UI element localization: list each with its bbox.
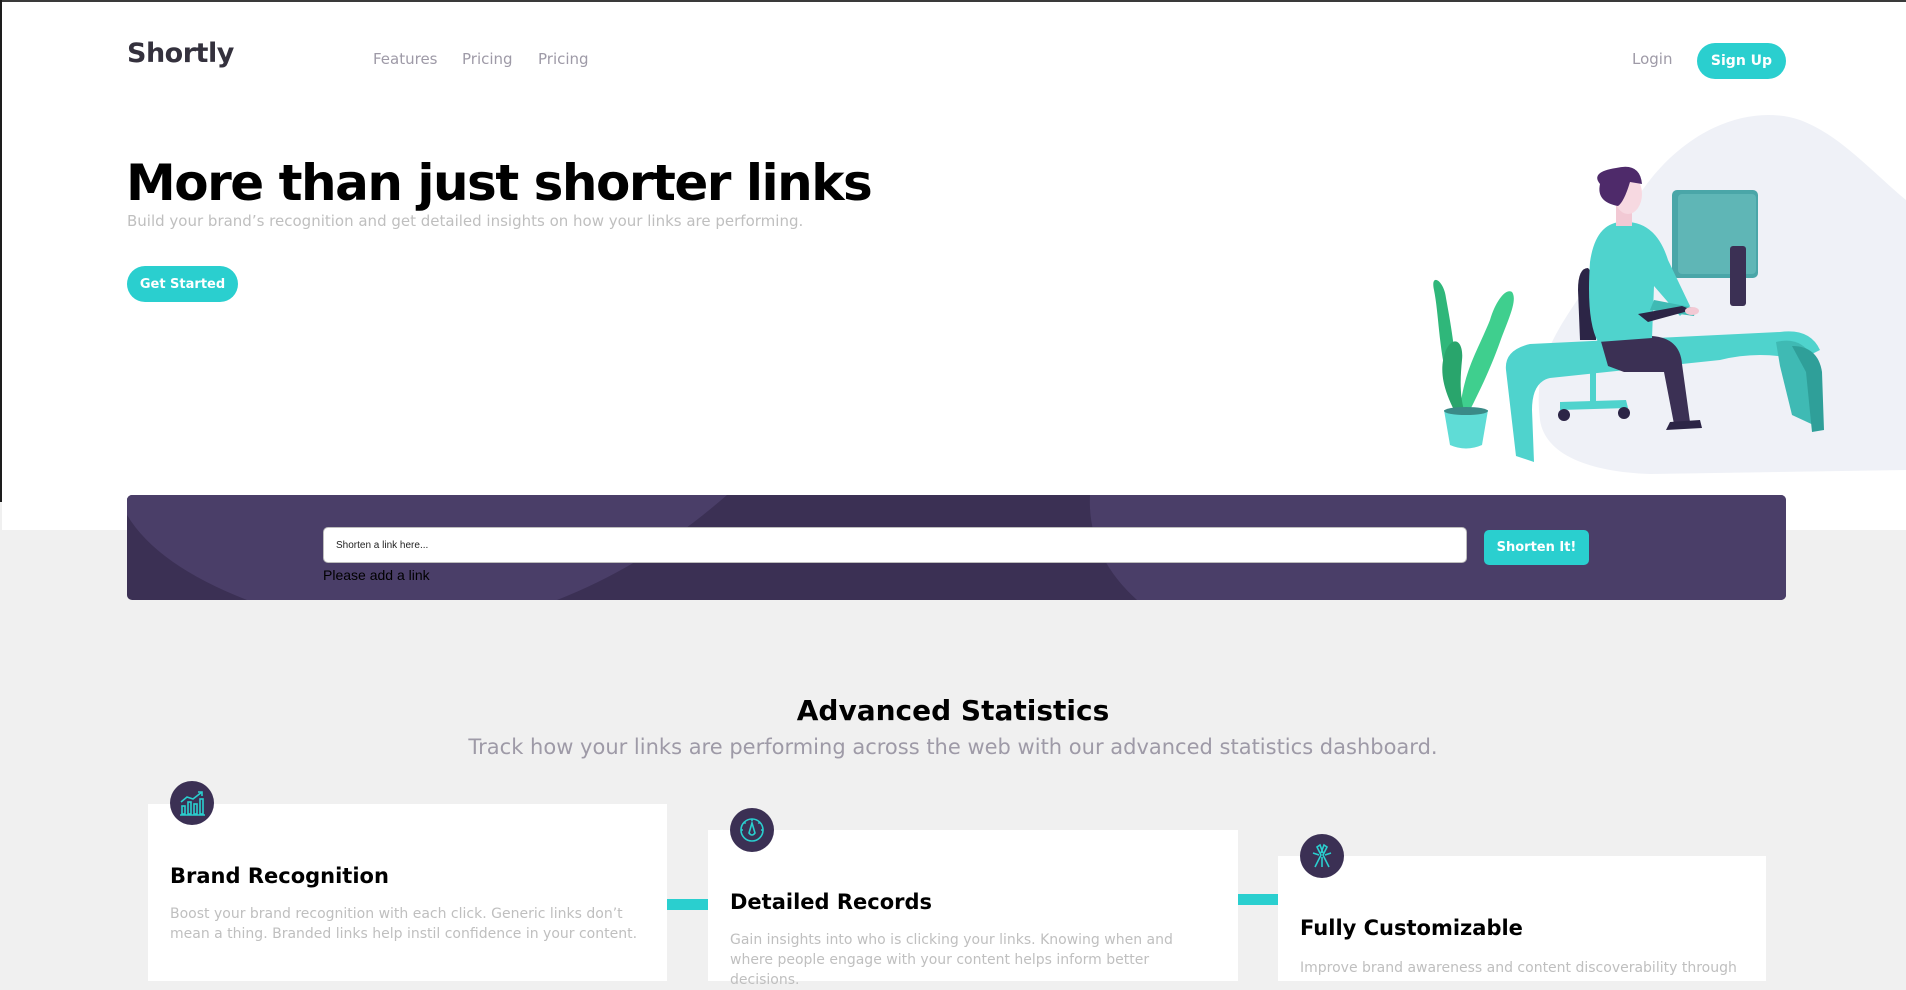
plant-pot: [1433, 279, 1514, 449]
stat-card-detailed-records: Detailed Records Gain insights into who …: [708, 830, 1238, 988]
stat-card-brand-recognition: Brand Recognition Boost your brand recog…: [148, 804, 667, 981]
window-left-border: [0, 0, 2, 502]
detailed-records-icon: [730, 808, 774, 852]
card-title: Detailed Records: [730, 890, 933, 914]
login-link[interactable]: Login: [1632, 50, 1672, 68]
statistics-title: Advanced Statistics: [796, 694, 1110, 727]
nav-link-pricing-2[interactable]: Pricing: [538, 50, 589, 68]
get-started-button[interactable]: Get Started: [127, 266, 238, 302]
nav-link-features[interactable]: Features: [373, 50, 438, 68]
sign-up-button[interactable]: Sign Up: [1697, 43, 1786, 79]
hero-title: More than just shorter links: [126, 154, 873, 212]
card-connector: [667, 899, 708, 910]
fully-customizable-icon: [1300, 834, 1344, 878]
person-working-at-desk-illustration: [1433, 114, 1906, 475]
logo[interactable]: Shortly: [127, 38, 234, 69]
card-title: Brand Recognition: [170, 864, 389, 888]
statistics-subtitle: Track how your links are performing acro…: [468, 735, 1438, 759]
shorten-it-button[interactable]: Shorten It!: [1484, 530, 1589, 565]
nav-link-pricing[interactable]: Pricing: [462, 50, 513, 68]
shorten-link-input[interactable]: Shorten a link here...: [323, 527, 1467, 563]
card-text: Boost your brand recognition with each c…: [170, 906, 638, 942]
card-text: Improve brand awareness and content disc…: [1300, 960, 1737, 976]
shorten-link-panel: Shorten a link here... Shorten It! Pleas…: [127, 495, 1786, 600]
card-text: Gain insights into who is clicking your …: [730, 932, 1173, 988]
card-connector: [1238, 894, 1278, 905]
stat-card-fully-customizable: Fully Customizable Improve brand awarene…: [1278, 856, 1766, 981]
card-title: Fully Customizable: [1300, 916, 1523, 940]
shorten-error-message: Please add a link: [323, 567, 430, 583]
hero-subtitle: Build your brand’s recognition and get d…: [127, 212, 804, 230]
brand-recognition-icon: [170, 781, 214, 825]
